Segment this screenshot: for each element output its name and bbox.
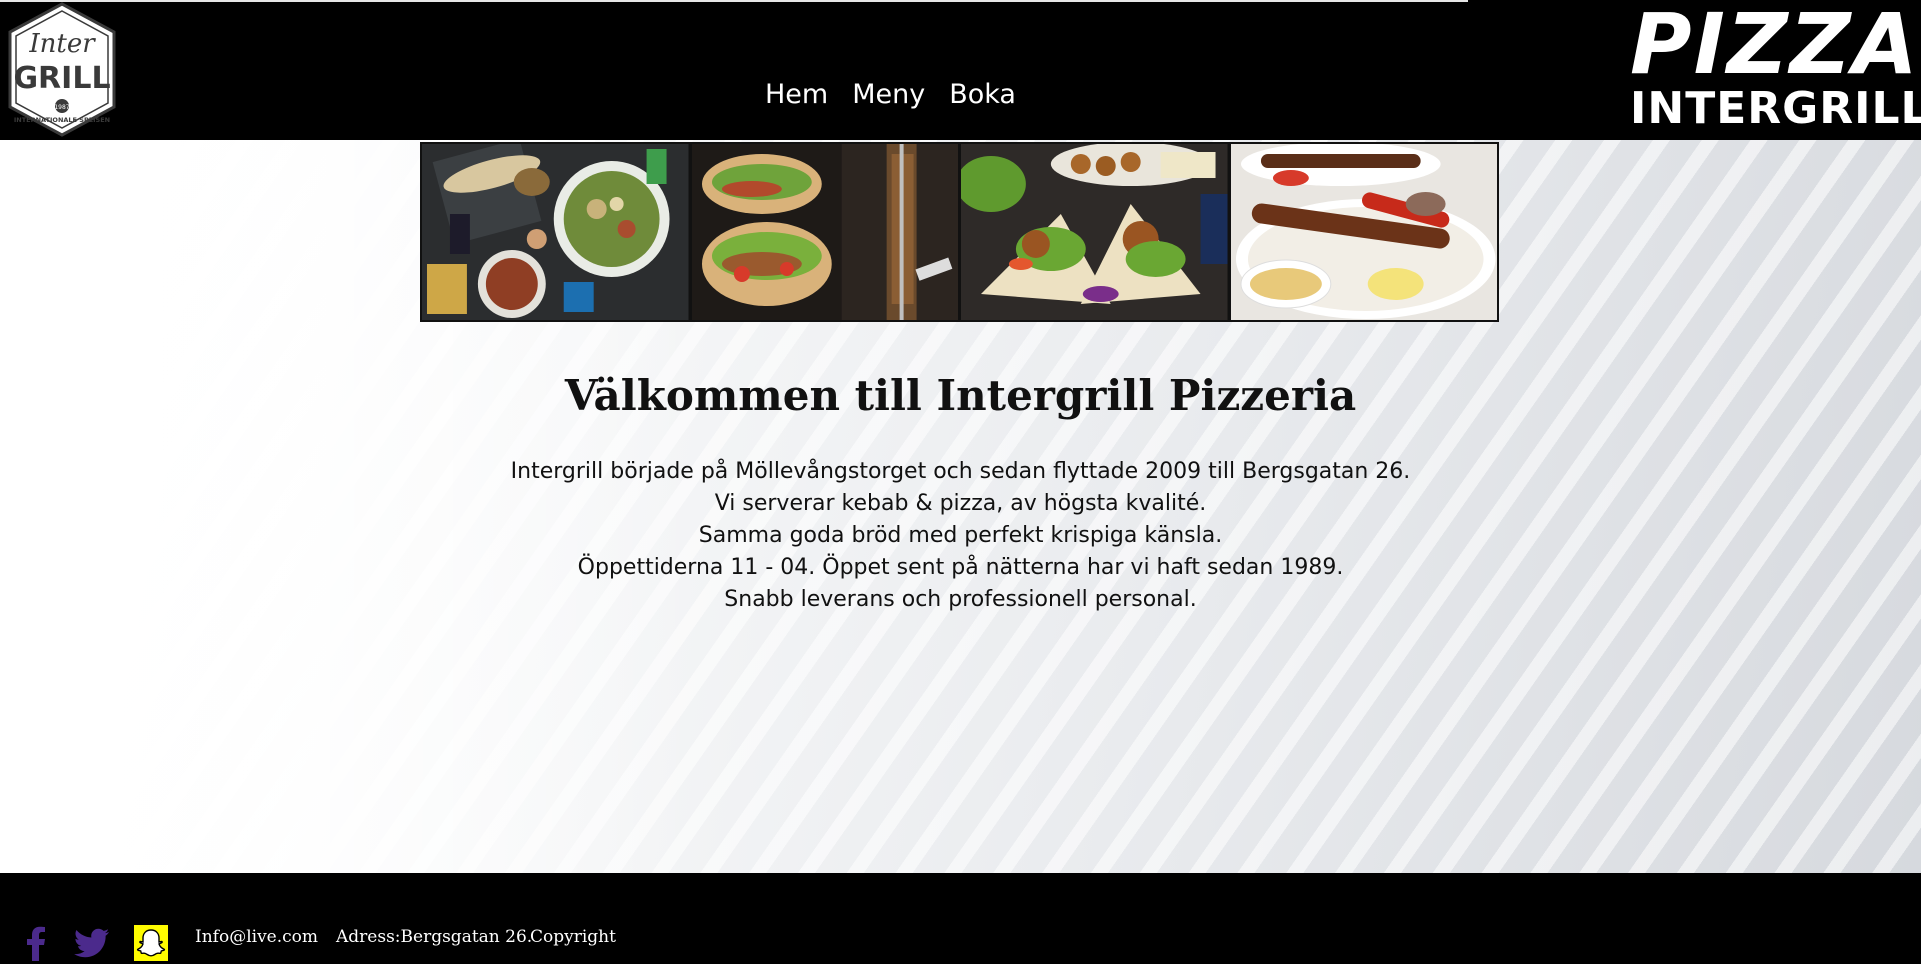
twitter-link[interactable] (74, 925, 110, 961)
svg-text:GRILL: GRILL (13, 61, 110, 96)
nav-home[interactable]: Hem (765, 78, 828, 112)
site-footer: Info@live.com Adress:Bergsgatan 26. Copy… (0, 873, 1921, 964)
facebook-icon (27, 926, 45, 961)
svg-text:INTERNATIONALE SPEISEN: INTERNATIONALE SPEISEN (14, 116, 110, 124)
intro-line: Vi serverar kebab & pizza, av högsta kva… (714, 491, 1207, 516)
food-gallery (420, 142, 1499, 322)
snapchat-icon (134, 925, 168, 961)
intro-line: Intergrill började på Möllevångstorget o… (510, 459, 1411, 484)
svg-text:Inter: Inter (28, 29, 96, 59)
logo-badge-icon: Inter GRILL 1987 INTERNATIONALE SPEISEN (8, 2, 116, 137)
brand-line-intergrill: INTERGRILL (1630, 83, 1921, 134)
kebab-and-doner-photo (691, 144, 958, 320)
falafel-wrap-photo (961, 144, 1228, 320)
snapchat-link[interactable] (134, 925, 168, 961)
intro-line: Öppettiderna 11 - 04. Öppet sent på nätt… (577, 555, 1344, 580)
footer-email-link[interactable]: Info@live.com (195, 925, 318, 949)
twitter-icon (74, 928, 109, 958)
svg-text:1987: 1987 (54, 104, 69, 111)
intergrill-logo[interactable]: Inter GRILL 1987 INTERNATIONALE SPEISEN (2, 2, 122, 137)
nav-booking[interactable]: Boka (949, 78, 1016, 112)
nav-menu[interactable]: Meny (852, 78, 925, 112)
intro-line: Samma goda bröd med perfekt krispiga kän… (698, 523, 1223, 548)
kebab-plate-photo (1230, 144, 1497, 320)
header-top-line (0, 0, 1468, 2)
footer-address: Adress:Bergsgatan 26. (336, 927, 533, 947)
main-nav: Hem Meny Boka (765, 78, 1016, 112)
intro-line: Snabb leverans och professionell persona… (724, 587, 1197, 612)
wrap-and-salad-photo (422, 144, 689, 320)
facebook-link[interactable] (24, 925, 48, 961)
main-content: Välkommen till Intergrill Pizzeria Inter… (0, 140, 1921, 873)
page-title: Välkommen till Intergrill Pizzeria (564, 371, 1357, 420)
brand-line-pizza: PIZZA (1630, 0, 1920, 93)
intro-text: Intergrill började på Möllevångstorget o… (0, 456, 1921, 616)
brand-logo[interactable]: PIZZA INTERGRILL (1630, 0, 1921, 138)
footer-copyright: Copyright (530, 927, 616, 947)
site-header: Inter GRILL 1987 INTERNATIONALE SPEISEN … (0, 0, 1921, 140)
